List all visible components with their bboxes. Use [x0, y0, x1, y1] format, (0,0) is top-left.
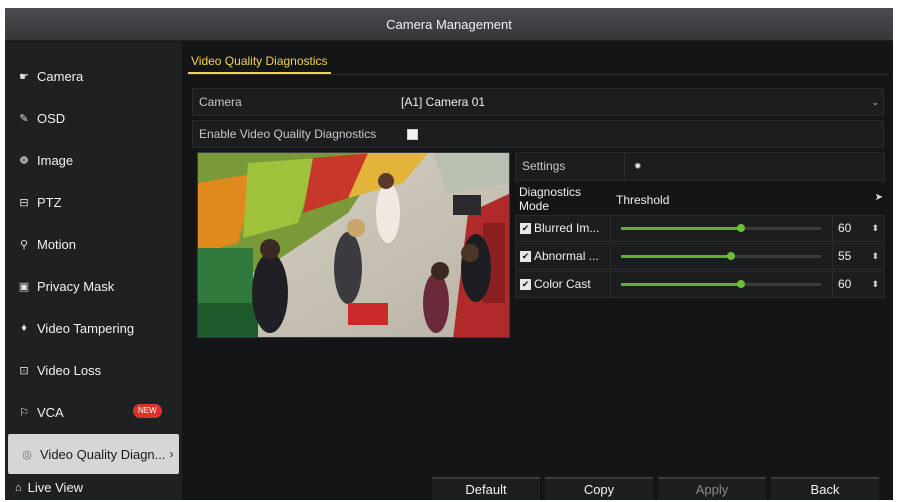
settings-label: Settings — [522, 159, 566, 173]
sidebar: ☛ Camera ✎ OSD ❁ Image ⊟ PTZ ⚲ Motion ▣ … — [5, 42, 182, 500]
spinner-icon[interactable]: ⬍ — [871, 272, 879, 297]
ptz-icon: ⊟ — [19, 196, 29, 209]
spinner-icon[interactable]: ⬍ — [871, 244, 879, 269]
sidebar-item-label: Video Loss — [37, 362, 102, 378]
threshold-slider[interactable] — [621, 252, 821, 260]
chevron-down-icon[interactable]: ⌄ — [871, 89, 879, 115]
camera-icon: ☛ — [19, 70, 29, 83]
diagnostics-mode-header: Diagnostics Mode — [519, 185, 582, 213]
diagnostics-mode-name: Color Cast — [534, 277, 591, 291]
settings-row: Settings ✹ — [515, 152, 885, 181]
live-view-button[interactable]: ⌂ Live View — [15, 480, 83, 495]
osd-icon: ✎ — [19, 112, 29, 125]
camera-preview-image — [198, 153, 509, 337]
main-content: Video Quality Diagnostics Camera [A1] Ca… — [182, 42, 893, 500]
sidebar-item-label: Camera — [37, 68, 84, 84]
sidebar-item-video-quality-diagnostics[interactable]: ◎ Video Quality Diagn... › — [8, 434, 179, 474]
apply-button[interactable]: Apply — [658, 477, 766, 500]
window-title: Camera Management — [5, 8, 893, 41]
table-row: ✔ Color Cast 60 ⬍ — [515, 271, 885, 298]
diagnostics-mode-name: Abnormal ... — [534, 249, 599, 263]
divider — [610, 244, 611, 269]
sidebar-item-label: Motion — [37, 236, 77, 252]
tab-video-quality-diagnostics[interactable]: Video Quality Diagnostics — [188, 52, 331, 74]
sidebar-item-motion[interactable]: ⚲ Motion — [5, 224, 182, 264]
spinner-icon[interactable]: ⬍ — [871, 216, 879, 241]
copy-button[interactable]: Copy — [545, 477, 653, 500]
slider-handle[interactable] — [737, 280, 745, 288]
diagnostics-table-header: Diagnostics Mode Threshold ➤ — [515, 184, 885, 214]
threshold-header: Threshold — [616, 193, 670, 207]
sidebar-item-osd[interactable]: ✎ OSD — [5, 98, 182, 138]
mouse-cursor-icon: ➤ — [874, 192, 883, 203]
sidebar-item-video-tampering[interactable]: ♦ Video Tampering — [5, 308, 182, 348]
video-tampering-icon: ♦ — [21, 322, 27, 334]
threshold-slider[interactable] — [621, 224, 821, 232]
chevron-right-icon: › — [169, 447, 174, 461]
enable-diagnostics-label: Enable Video Quality Diagnostics — [199, 127, 377, 141]
tab-divider — [186, 74, 889, 75]
divider — [832, 272, 833, 297]
sidebar-item-image[interactable]: ❁ Image — [5, 140, 182, 180]
sidebar-item-label: VCA — [37, 404, 64, 420]
home-icon: ⌂ — [15, 481, 22, 494]
sidebar-item-label: OSD — [37, 110, 66, 126]
privacy-mask-icon: ▣ — [18, 280, 30, 293]
live-view-label: Live View — [27, 480, 84, 495]
back-button[interactable]: Back — [771, 477, 879, 500]
divider — [832, 216, 833, 241]
slider-handle[interactable] — [737, 224, 745, 232]
enable-diagnostics-checkbox[interactable] — [407, 129, 418, 140]
color-cast-checkbox[interactable]: ✔ — [520, 279, 531, 290]
sidebar-item-video-loss[interactable]: ⊡ Video Loss — [5, 350, 182, 390]
camera-management-window: Camera Management ☛ Camera ✎ OSD ❁ Image… — [5, 8, 893, 500]
divider — [832, 244, 833, 269]
camera-label: Camera — [199, 95, 242, 109]
divider — [610, 272, 611, 297]
table-row: ✔ Abnormal ... 55 ⬍ — [515, 243, 885, 270]
slider-fill — [621, 255, 731, 258]
sidebar-item-privacy-mask[interactable]: ▣ Privacy Mask — [5, 266, 182, 306]
bottom-bar: ⌂ Live View Default Copy Apply Back — [5, 477, 893, 500]
sidebar-item-label: PTZ — [37, 194, 62, 210]
camera-select[interactable]: [A1] Camera 01 — [401, 89, 485, 115]
table-row: ✔ Blurred Im... 60 ⬍ — [515, 215, 885, 242]
threshold-value[interactable]: 55 — [838, 244, 851, 269]
slider-fill — [621, 283, 741, 286]
divider — [610, 216, 611, 241]
gear-icon[interactable]: ✹ — [634, 161, 642, 172]
vca-icon: ⚐ — [19, 406, 29, 419]
video-loss-icon: ⊡ — [19, 364, 29, 377]
image-icon: ❁ — [19, 154, 29, 167]
sidebar-item-label: Video Tampering — [37, 320, 135, 336]
enable-diagnostics-row: Enable Video Quality Diagnostics — [192, 120, 884, 148]
slider-fill — [621, 227, 741, 230]
threshold-value[interactable]: 60 — [838, 216, 851, 241]
sidebar-item-label: Privacy Mask — [37, 278, 115, 294]
threshold-slider[interactable] — [621, 280, 821, 288]
default-button[interactable]: Default — [432, 477, 540, 500]
motion-icon: ⚲ — [19, 238, 29, 251]
slider-handle[interactable] — [727, 252, 735, 260]
sidebar-item-label: Image — [37, 152, 74, 168]
sidebar-item-vca[interactable]: ⚐ VCA NEW — [5, 392, 182, 432]
sidebar-item-camera[interactable]: ☛ Camera — [5, 56, 182, 96]
camera-preview — [197, 152, 510, 338]
threshold-value[interactable]: 60 — [838, 272, 851, 297]
new-badge: NEW — [133, 404, 162, 418]
divider — [624, 153, 625, 180]
sidebar-item-ptz[interactable]: ⊟ PTZ — [5, 182, 182, 222]
abnormal-brightness-checkbox[interactable]: ✔ — [520, 251, 531, 262]
camera-select-row[interactable]: Camera [A1] Camera 01 ⌄ — [192, 88, 884, 116]
diagnostics-mode-name: Blurred Im... — [534, 221, 600, 235]
diagnostics-icon: ◎ — [22, 448, 32, 461]
blurred-image-checkbox[interactable]: ✔ — [520, 223, 531, 234]
sidebar-item-label: Video Quality Diagn... — [40, 446, 166, 462]
